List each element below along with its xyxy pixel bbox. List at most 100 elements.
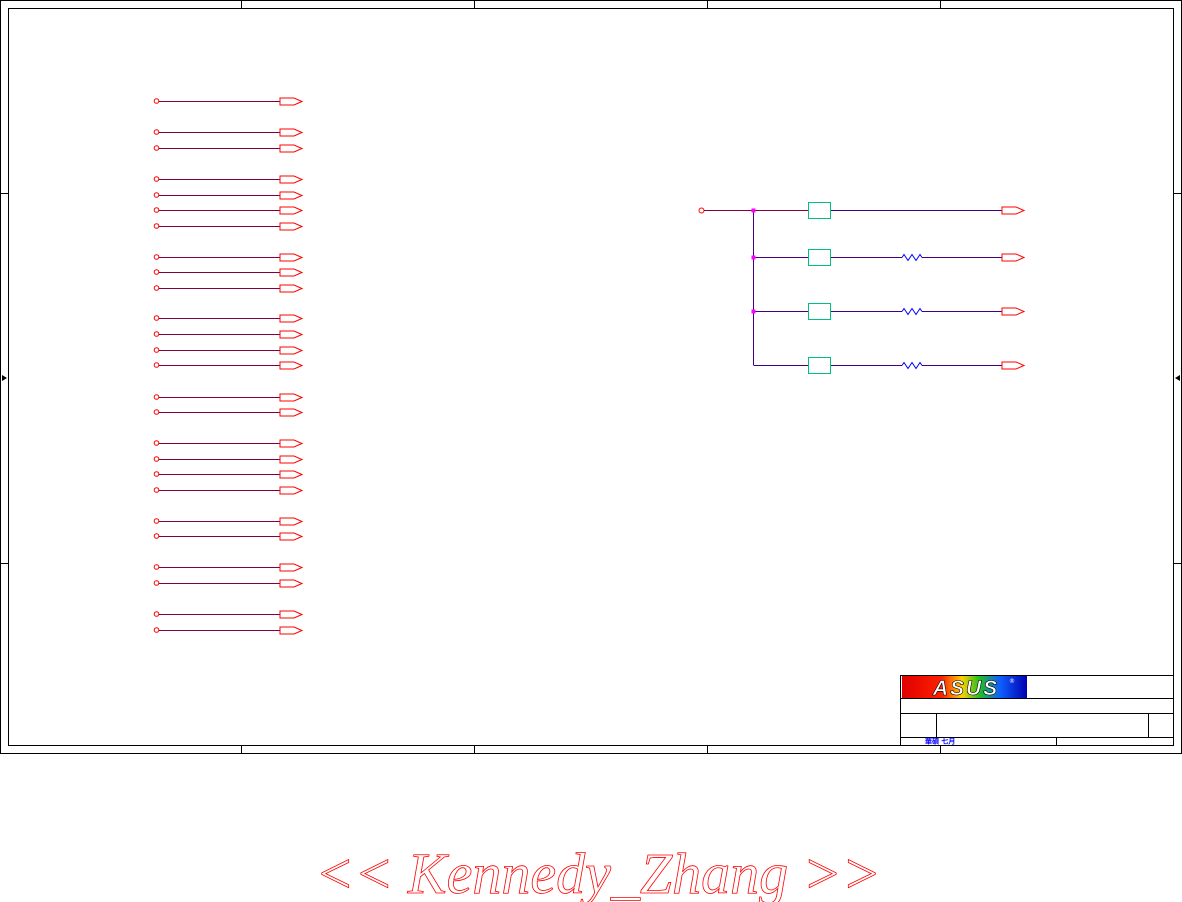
ferrite-bead-icon [808, 303, 831, 320]
net-line [153, 175, 304, 184]
junction-dot [751, 255, 756, 260]
net-terminal [153, 518, 160, 524]
net-line [153, 486, 304, 495]
net-line [153, 579, 304, 588]
net-terminal [153, 611, 160, 617]
net-terminal [153, 533, 160, 539]
net-terminal [153, 176, 160, 182]
net-line [153, 393, 304, 402]
net-line [153, 268, 304, 277]
filter-branch [751, 303, 1026, 320]
net-line [153, 222, 304, 231]
ferrite-bead-icon [808, 357, 831, 374]
port-connector-icon [279, 222, 304, 231]
title-block: ASUS ® 華碩 七月 [900, 675, 1174, 746]
registered-mark: ® [1009, 678, 1015, 685]
port-connector-icon [279, 532, 304, 541]
power-filter-circuit [698, 202, 1026, 374]
net-terminal [153, 564, 160, 570]
port-connector-icon [279, 346, 304, 355]
net-terminal [153, 192, 160, 198]
port-connector-icon [279, 455, 304, 464]
port-connector-icon [1001, 206, 1026, 215]
net-line [153, 408, 304, 417]
port-connector-icon [279, 128, 304, 137]
filter-branch [751, 249, 1026, 266]
net-terminal [153, 129, 160, 135]
ferrite-bead-icon [808, 249, 831, 266]
asus-logo-icon: ASUS ® [902, 676, 1027, 700]
port-connector-icon [279, 610, 304, 619]
junction-dot [751, 309, 756, 314]
net-terminal [153, 223, 160, 229]
port-connector-icon [279, 470, 304, 479]
net-line [153, 610, 304, 619]
port-connector-icon [279, 439, 304, 448]
ferrite-bead-icon [808, 202, 831, 219]
net-terminal [153, 362, 160, 368]
port-connector-icon [279, 191, 304, 200]
resistor-icon [901, 253, 923, 262]
zone-arrow-left [2, 375, 7, 381]
net-line [153, 346, 304, 355]
title-block-footer: 華碩 七月 [925, 737, 955, 746]
port-connector-icon [279, 253, 304, 262]
net-line [153, 517, 304, 526]
filter-branch [753, 357, 1026, 374]
net-terminal [153, 456, 160, 462]
net-terminal [153, 331, 160, 337]
port-connector-icon [279, 206, 304, 215]
port-connector-icon [279, 563, 304, 572]
resistor-icon [901, 361, 923, 370]
net-terminal [153, 315, 160, 321]
net-line [153, 128, 304, 137]
input-terminal [698, 207, 705, 214]
net-terminal [153, 347, 160, 353]
net-line [153, 563, 304, 572]
junction-dot [751, 208, 756, 213]
net-terminal [153, 145, 160, 151]
net-line [153, 144, 304, 153]
net-terminal [153, 471, 160, 477]
port-connector-icon [279, 314, 304, 323]
port-connector-icon [279, 330, 304, 339]
net-line [153, 284, 304, 293]
net-terminal [153, 285, 160, 291]
net-line [153, 439, 304, 448]
net-terminal [153, 487, 160, 493]
net-line [153, 314, 304, 323]
port-connector-icon [279, 268, 304, 277]
left-net-group [153, 97, 304, 635]
resistor-icon [901, 307, 923, 316]
net-line [153, 455, 304, 464]
port-connector-icon [279, 517, 304, 526]
port-connector-icon [279, 361, 304, 370]
net-line [153, 470, 304, 479]
net-line [153, 361, 304, 370]
watermark-text: << Kennedy_Zhang >> [315, 841, 881, 902]
net-line [153, 191, 304, 200]
port-connector-icon [279, 626, 304, 635]
port-connector-icon [279, 579, 304, 588]
net-terminal [153, 254, 160, 260]
net-terminal [153, 98, 160, 104]
net-line [153, 330, 304, 339]
net-line [153, 206, 304, 215]
port-connector-icon [1001, 307, 1026, 316]
port-connector-icon [279, 393, 304, 402]
net-line [153, 97, 304, 106]
net-terminal [153, 394, 160, 400]
net-terminal [153, 627, 160, 633]
net-line [153, 532, 304, 541]
asus-logo-text: ASUS [932, 677, 999, 700]
schematic-canvas: ASUS ® 華碩 七月 << Kennedy_Zhang >> [0, 0, 1182, 902]
port-connector-icon [279, 284, 304, 293]
net-line [153, 626, 304, 635]
port-connector-icon [279, 97, 304, 106]
net-terminal [153, 580, 160, 586]
net-terminal [153, 409, 160, 415]
port-connector-icon [279, 486, 304, 495]
port-connector-icon [1001, 253, 1026, 262]
port-connector-icon [279, 408, 304, 417]
zone-arrow-right [1175, 375, 1180, 381]
